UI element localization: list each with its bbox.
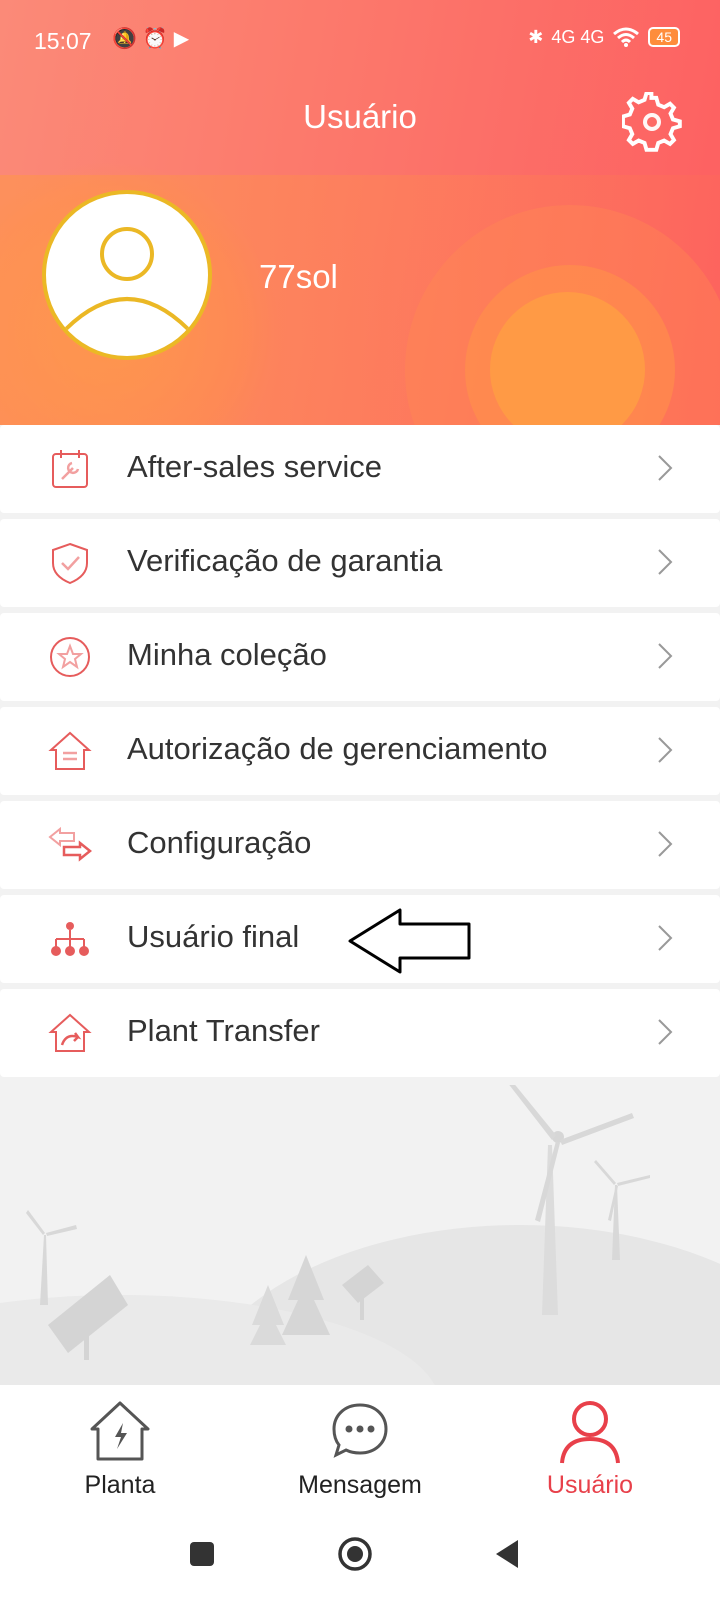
wrench-calendar-icon (52, 450, 88, 488)
menu-item-label: Verificação de garantia (127, 543, 443, 578)
tab-usuario[interactable]: Usuário (500, 1385, 680, 1510)
user-icon (560, 1401, 620, 1464)
menu-item-collection[interactable]: Minha coleção (0, 613, 720, 701)
tab-label: Usuário (546, 1471, 634, 1499)
menu-item-label: Plant Transfer (127, 1013, 320, 1048)
notification-icons: 🔕⏰▶ (112, 28, 196, 50)
tab-label: Planta (84, 1471, 156, 1499)
chat-bubble-icon (332, 1403, 388, 1458)
house-bolt-icon (90, 1401, 150, 1461)
tab-mensagem[interactable]: Mensagem (270, 1385, 450, 1510)
home-button-icon[interactable] (335, 1534, 375, 1574)
star-circle-icon (50, 637, 90, 677)
shield-check-icon (52, 542, 88, 585)
menu-item-label: After-sales service (127, 449, 382, 484)
menu-item-warranty[interactable]: Verificação de garantia (0, 519, 720, 607)
status-time: 15:07 (34, 28, 92, 54)
username: 77sol (259, 258, 338, 295)
house-document-icon (48, 731, 92, 770)
avatar[interactable] (42, 190, 212, 360)
menu-item-label: Autorização de gerenciamento (127, 731, 548, 766)
menu-item-configuration[interactable]: Configuração (0, 801, 720, 889)
chevron-right-icon (658, 737, 673, 763)
tab-label: Mensagem (298, 1471, 422, 1499)
chevron-right-icon (658, 831, 673, 857)
user-placeholder-icon (64, 227, 190, 331)
battery-icon: 45 (648, 27, 680, 47)
background-scenery (0, 1085, 720, 1385)
bottom-tab-bar: Planta Mensagem Usuário (0, 1385, 720, 1510)
back-button-icon[interactable] (488, 1534, 528, 1574)
profile-header: 15:07 🔕⏰▶ ✱ 4G 4G 45 Usuário 77sol (0, 0, 720, 425)
menu-item-label: Minha coleção (127, 637, 327, 672)
chevron-right-icon (658, 925, 673, 951)
chevron-right-icon (658, 1019, 673, 1045)
wifi-icon (613, 27, 640, 47)
chevron-right-icon (658, 455, 673, 481)
gear-icon[interactable] (622, 92, 682, 152)
recent-apps-icon[interactable] (182, 1534, 222, 1574)
menu-item-management-authorization[interactable]: Autorização de gerenciamento (0, 707, 720, 795)
house-transfer-icon (48, 1013, 92, 1052)
system-navigation-bar (0, 1510, 720, 1600)
menu-item-after-sales[interactable]: After-sales service (0, 425, 720, 513)
system-icons: ✱ 4G 4G 45 (528, 26, 680, 48)
chevron-right-icon (658, 643, 673, 669)
chevron-right-icon (658, 549, 673, 575)
hierarchy-icon (51, 922, 89, 956)
annotation-arrow (348, 908, 471, 974)
swap-arrows-icon (48, 826, 92, 862)
menu-item-plant-transfer[interactable]: Plant Transfer (0, 989, 720, 1077)
status-bar: 15:07 🔕⏰▶ ✱ 4G 4G 45 (0, 0, 720, 80)
menu-item-label: Configuração (127, 825, 312, 860)
signal-icon: 4G 4G (551, 26, 605, 47)
menu-item-label: Usuário final (127, 919, 300, 954)
tab-planta[interactable]: Planta (30, 1385, 210, 1510)
bluetooth-icon: ✱ (528, 26, 544, 47)
settings-menu: After-sales service Verificação de garan… (0, 425, 720, 1083)
page-title: Usuário (303, 98, 417, 135)
